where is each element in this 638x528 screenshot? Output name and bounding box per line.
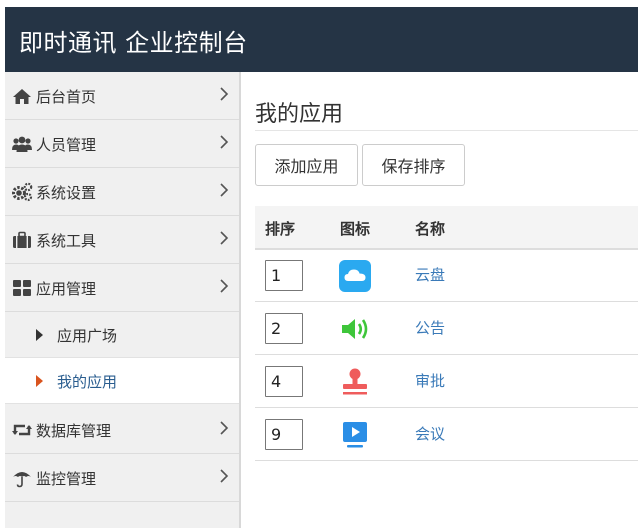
title-divider [255, 130, 638, 131]
sidebar-subitem-label: 应用广场 [57, 327, 118, 345]
app-name-link[interactable]: 云盘 [415, 264, 445, 285]
sidebar-item-label: 数据库管理 [36, 422, 112, 440]
order-input[interactable] [265, 366, 303, 397]
top-header: 即时通讯 企业控制台 [0, 0, 638, 72]
sidebar-item-home[interactable]: 后台首页 [5, 72, 239, 120]
gears-icon [12, 182, 33, 202]
stamp-icon [343, 368, 367, 395]
app-title: 即时通讯 企业控制台 [19, 29, 248, 57]
save-order-button[interactable]: 保存排序 [362, 144, 465, 186]
app-name-link[interactable]: 会议 [415, 423, 445, 444]
table-row: 审批 [255, 356, 638, 408]
umbrella-icon [13, 472, 31, 488]
sidebar-item-tools[interactable]: 系统工具 [5, 216, 239, 264]
sidebar-item-users[interactable]: 人员管理 [5, 120, 239, 168]
sidebar-item-label: 系统工具 [36, 232, 97, 250]
sidebar-item-label: 监控管理 [36, 470, 97, 488]
sidebar-item-settings[interactable]: 系统设置 [5, 168, 239, 216]
sidebar: 后台首页 人员管理 系统设置 系统工具 应用管理 应用广场 我的应用 数据库管理… [5, 72, 239, 528]
sidebar-item-database[interactable]: 数据库管理 [5, 406, 239, 454]
chevron-right-icon [220, 183, 229, 197]
sidebar-item-label: 后台首页 [36, 88, 97, 106]
column-header-icon: 图标 [340, 220, 371, 238]
chevron-right-icon [220, 87, 229, 101]
sidebar-item-apps[interactable]: 应用管理 [5, 264, 239, 312]
briefcase-icon [13, 231, 31, 248]
sidebar-item-label: 系统设置 [36, 184, 97, 202]
column-header-name: 名称 [415, 220, 446, 238]
cloud-icon [339, 260, 371, 292]
users-icon [12, 136, 32, 152]
chevron-right-icon [220, 469, 229, 483]
app-name-link[interactable]: 公告 [415, 317, 445, 338]
sidebar-subitem-my-apps[interactable]: 我的应用 [5, 358, 239, 404]
sidebar-item-label: 人员管理 [36, 136, 97, 154]
sidebar-item-monitor[interactable]: 监控管理 [5, 454, 239, 502]
sidebar-subitem-app-plaza[interactable]: 应用广场 [5, 312, 239, 358]
column-header-order: 排序 [265, 220, 296, 238]
chevron-right-icon [220, 421, 229, 435]
order-input[interactable] [265, 419, 303, 450]
caret-right-icon [36, 375, 43, 387]
sidebar-item-label: 应用管理 [36, 280, 97, 298]
video-play-icon [343, 422, 367, 448]
header-bar: 即时通讯 企业控制台 [5, 7, 638, 72]
retweet-icon [12, 424, 32, 436]
table-row: 会议 [255, 409, 638, 461]
home-icon [13, 89, 31, 104]
speaker-icon [342, 319, 368, 339]
chevron-right-icon [220, 279, 229, 293]
order-input[interactable] [265, 313, 303, 344]
chevron-right-icon [220, 231, 229, 245]
add-app-button[interactable]: 添加应用 [255, 144, 358, 186]
order-input[interactable] [265, 260, 303, 291]
table-row: 公告 [255, 303, 638, 355]
app-name-link[interactable]: 审批 [415, 370, 445, 391]
page-title: 我的应用 [255, 102, 344, 127]
table-row: 云盘 [255, 250, 638, 302]
sidebar-subitem-label: 我的应用 [57, 373, 118, 391]
table-header: 排序 图标 名称 [255, 206, 638, 250]
caret-right-icon [36, 329, 43, 341]
chevron-right-icon [220, 135, 229, 149]
main-content: 我的应用 添加应用 保存排序 排序 图标 名称 云盘 公告 [241, 72, 638, 528]
grid-icon [13, 280, 31, 296]
